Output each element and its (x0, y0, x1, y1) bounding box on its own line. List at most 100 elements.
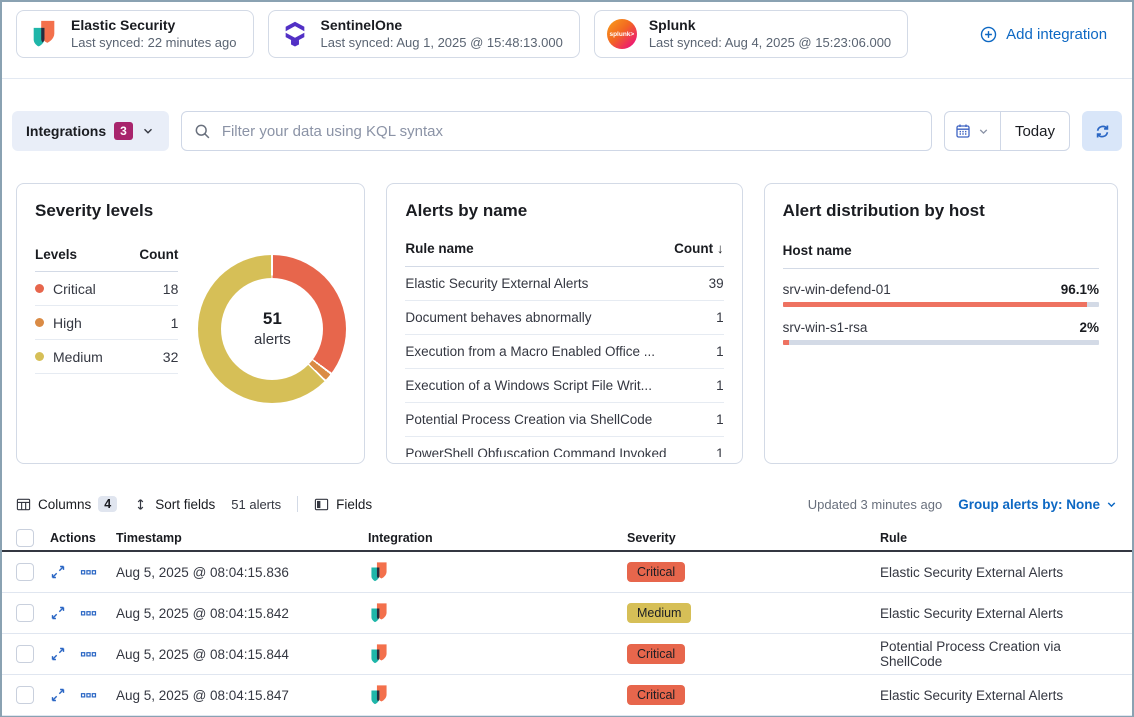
panel-title: Severity levels (35, 201, 346, 221)
charts-row: Severity levels Levels Count Critical 18… (2, 183, 1132, 464)
alert-count-label: 51 alerts (231, 497, 281, 512)
severity-legend: Levels Count Critical 18 High 1 Medium 3… (35, 247, 178, 374)
integration-name: Elastic Security (71, 17, 237, 35)
host-bar-track (783, 302, 1099, 307)
alerts-by-name-list: Elastic Security External Alerts 39 Docu… (405, 267, 723, 457)
expand-alert-icon[interactable] (50, 564, 80, 580)
alerts-by-name-row[interactable]: Potential Process Creation via ShellCode… (405, 403, 723, 437)
rule-count: 1 (716, 344, 724, 359)
row-checkbox[interactable] (16, 604, 34, 622)
more-actions-icon[interactable] (80, 646, 116, 663)
row-checkbox[interactable] (16, 645, 34, 663)
more-actions-icon[interactable] (80, 564, 116, 581)
legend-col-count: Count (139, 247, 178, 262)
group-alerts-by-button[interactable]: Group alerts by: None (958, 497, 1118, 512)
header-divider (2, 78, 1132, 79)
expand-alert-icon[interactable] (50, 687, 80, 703)
integration-card-sentinelone[interactable]: SentinelOne Last synced: Aug 1, 2025 @ 1… (268, 10, 580, 58)
integration-last-synced: Last synced: Aug 4, 2025 @ 15:23:06.000 (649, 35, 891, 51)
integrations-filter-label: Integrations (26, 123, 106, 139)
severity-badge-cell: Critical (621, 644, 874, 664)
elastic-security-icon (368, 602, 621, 624)
alert-table-row: Aug 5, 2025 @ 08:04:15.847 Critical Elas… (2, 675, 1132, 716)
sort-fields-button[interactable]: Sort fields (133, 497, 215, 512)
severity-level-label: Critical (53, 281, 96, 297)
alerts-by-name-row[interactable]: Execution of a Windows Script File Writ.… (405, 369, 723, 403)
rule-count: 39 (709, 276, 724, 291)
alerts-by-name-row[interactable]: Execution from a Macro Enabled Office ..… (405, 335, 723, 369)
refresh-button[interactable] (1082, 111, 1122, 151)
select-all-checkbox[interactable] (16, 529, 34, 547)
splunk-icon: splunk> (607, 19, 637, 49)
date-picker-group: Today (944, 111, 1070, 151)
row-checkbox[interactable] (16, 686, 34, 704)
col-integration: Integration (368, 531, 621, 545)
rule-count: 1 (716, 446, 724, 457)
search-icon (194, 123, 211, 140)
severity-legend-row[interactable]: High 1 (35, 306, 178, 340)
integration-card-elastic[interactable]: Elastic Security Last synced: 22 minutes… (16, 10, 254, 58)
integration-card-splunk[interactable]: splunk> Splunk Last synced: Aug 4, 2025 … (594, 10, 908, 58)
alerts-table-header: Actions Timestamp Integration Severity R… (2, 525, 1132, 552)
integration-last-synced: Last synced: 22 minutes ago (71, 35, 237, 51)
more-actions-icon[interactable] (80, 605, 116, 622)
integration-last-synced: Last synced: Aug 1, 2025 @ 15:48:13.000 (321, 35, 563, 51)
calendar-icon (955, 123, 971, 139)
rule-name: Potential Process Creation via ShellCode (405, 412, 652, 427)
alerts-table-body: Aug 5, 2025 @ 08:04:15.836 Critical Elas… (2, 552, 1132, 716)
severity-badge: Critical (627, 685, 685, 705)
date-picker-button[interactable] (945, 112, 1001, 150)
alerts-by-name-row[interactable]: PowerShell Obfuscation Command Invoked 1 (405, 437, 723, 457)
alert-rule-name: Elastic Security External Alerts (874, 565, 1118, 580)
panel-title: Alerts by name (405, 201, 723, 221)
severity-badge-cell: Critical (621, 685, 874, 705)
severity-badge: Critical (627, 644, 685, 664)
fields-button[interactable]: Fields (314, 497, 372, 512)
add-integration-button[interactable]: Add integration (980, 26, 1107, 43)
toolbar-divider (297, 496, 298, 512)
expand-alert-icon[interactable] (50, 646, 80, 662)
alert-table-row: Aug 5, 2025 @ 08:04:15.844 Critical Pote… (2, 634, 1132, 675)
severity-legend-row[interactable]: Medium 32 (35, 340, 178, 374)
host-row[interactable]: srv-win-s1-rsa 2% (783, 320, 1099, 345)
host-bars-list: srv-win-defend-01 96.1% srv-win-s1-rsa 2… (783, 282, 1099, 345)
rule-count: 1 (716, 310, 724, 325)
elastic-security-icon (368, 561, 621, 583)
row-checkbox[interactable] (16, 563, 34, 581)
severity-level-count: 1 (171, 315, 179, 331)
col-actions: Actions (50, 531, 116, 545)
alert-table-row: Aug 5, 2025 @ 08:04:15.842 Medium Elasti… (2, 593, 1132, 634)
alert-distribution-by-host-panel: Alert distribution by host Host name srv… (764, 183, 1118, 464)
columns-icon (16, 497, 31, 512)
sort-icon (133, 497, 148, 512)
severity-badge-cell: Medium (621, 603, 874, 623)
alert-timestamp: Aug 5, 2025 @ 08:04:15.844 (116, 647, 368, 662)
severity-dot-icon (35, 284, 44, 293)
kql-search-box[interactable] (181, 111, 932, 151)
severity-legend-row[interactable]: Critical 18 (35, 272, 178, 306)
host-bar-track (783, 340, 1099, 345)
alerts-by-name-row[interactable]: Elastic Security External Alerts 39 (405, 267, 723, 301)
alerts-by-name-row[interactable]: Document behaves abnormally 1 (405, 301, 723, 335)
host-bar-fill (783, 302, 1087, 307)
fields-icon (314, 497, 329, 512)
integrations-filter-button[interactable]: Integrations 3 (12, 111, 169, 151)
severity-dot-icon (35, 318, 44, 327)
legend-col-levels: Levels (35, 247, 77, 262)
severity-level-count: 32 (163, 349, 179, 365)
kql-search-input[interactable] (220, 122, 919, 141)
updated-timestamp: Updated 3 minutes ago (808, 497, 942, 512)
severity-badge-cell: Critical (621, 562, 874, 582)
severity-level-label: High (53, 315, 82, 331)
host-row[interactable]: srv-win-defend-01 96.1% (783, 282, 1099, 307)
col-count-sorted[interactable]: Count ↓ (674, 241, 724, 256)
date-quick-select-today[interactable]: Today (1001, 112, 1069, 150)
expand-alert-icon[interactable] (50, 605, 80, 621)
more-actions-icon[interactable] (80, 687, 116, 704)
integration-name: SentinelOne (321, 17, 563, 35)
columns-button[interactable]: Columns 4 (16, 496, 117, 512)
rule-count: 1 (716, 412, 724, 427)
alerts-by-name-panel: Alerts by name Rule name Count ↓ Elastic… (386, 183, 742, 464)
alert-rule-name: Elastic Security External Alerts (874, 606, 1118, 621)
sentinelone-icon (281, 20, 309, 48)
